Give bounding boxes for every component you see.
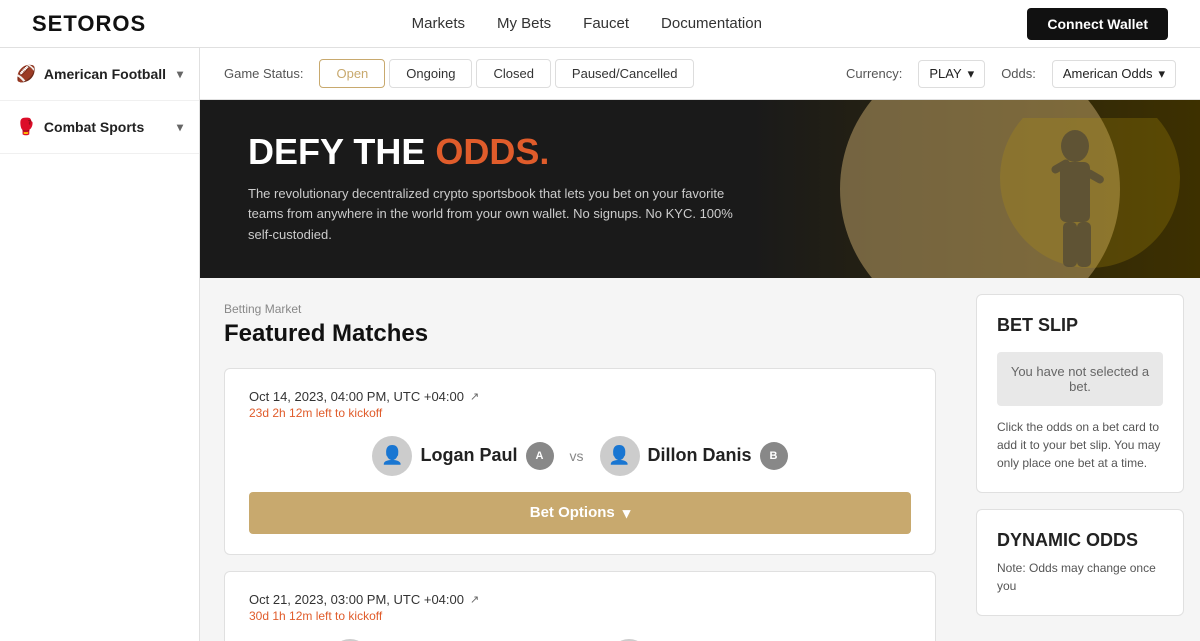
- team-a-badge-1: A: [526, 442, 554, 470]
- dynamic-odds-card: DYNAMIC ODDS Note: Odds may change once …: [976, 509, 1184, 616]
- tab-paused-cancelled[interactable]: Paused/Cancelled: [555, 59, 695, 88]
- vs-text-1: vs: [570, 448, 584, 464]
- featured-matches-title: Featured Matches: [224, 320, 936, 348]
- team-a-name-1: Logan Paul: [420, 445, 517, 466]
- chevron-down-icon: ▾: [177, 120, 183, 134]
- match-date-1: Oct 14, 2023, 04:00 PM, UTC +04:00 ↗: [249, 389, 911, 404]
- header: SETOROS Markets My Bets Faucet Documenta…: [0, 0, 1200, 48]
- football-icon: 🏈: [16, 64, 36, 84]
- currency-select[interactable]: PLAY ▾: [918, 60, 985, 88]
- currency-value: PLAY: [929, 66, 961, 81]
- nav-markets[interactable]: Markets: [412, 15, 465, 32]
- tab-open[interactable]: Open: [319, 59, 385, 88]
- match-date-2: Oct 21, 2023, 03:00 PM, UTC +04:00 ↗: [249, 592, 911, 607]
- filter-tabs: Open Ongoing Closed Paused/Cancelled: [319, 59, 694, 88]
- external-link-icon-2[interactable]: ↗: [470, 593, 479, 606]
- nav-my-bets[interactable]: My Bets: [497, 15, 551, 32]
- chevron-down-icon: ▾: [1158, 66, 1165, 82]
- hero-title: DEFY THE ODDS.: [248, 132, 748, 172]
- sidebar-item-label: American Football: [44, 66, 166, 82]
- logo: SETOROS: [32, 11, 146, 37]
- chevron-down-icon: ▾: [968, 66, 975, 82]
- hero-subtitle: The revolutionary decentralized crypto s…: [248, 184, 748, 246]
- betting-market-label: Betting Market: [224, 302, 936, 316]
- tab-closed[interactable]: Closed: [476, 59, 550, 88]
- match-date-text-1: Oct 14, 2023, 04:00 PM, UTC +04:00: [249, 389, 464, 404]
- hero-title-highlight: ODDS.: [435, 131, 549, 172]
- hero-banner: DEFY THE ODDS. The revolutionary decentr…: [200, 100, 1200, 278]
- team-b-name-1: Dillon Danis: [648, 445, 752, 466]
- odds-value: American Odds: [1063, 66, 1153, 81]
- team-a-1: 👤 Logan Paul A: [372, 436, 553, 476]
- dynamic-odds-title: DYNAMIC ODDS: [997, 530, 1163, 551]
- chevron-down-icon: ▾: [177, 67, 183, 81]
- team-a-avatar-1: 👤: [372, 436, 412, 476]
- no-bet-selected: You have not selected a bet.: [997, 352, 1163, 406]
- nav: Markets My Bets Faucet Documentation: [412, 15, 762, 32]
- connect-wallet-button[interactable]: Connect Wallet: [1027, 8, 1168, 40]
- team-b-1: 👤 Dillon Danis B: [600, 436, 788, 476]
- nav-documentation[interactable]: Documentation: [661, 15, 762, 32]
- sidebar-item-label: Combat Sports: [44, 119, 144, 135]
- nav-faucet[interactable]: Faucet: [583, 15, 629, 32]
- game-status-label: Game Status:: [224, 66, 303, 81]
- team-b-avatar-1: 👤: [600, 436, 640, 476]
- sidebar: 🏈 American Football ▾ 🥊 Combat Sports ▾: [0, 48, 200, 641]
- match-card-1: Oct 14, 2023, 04:00 PM, UTC +04:00 ↗ 23d…: [224, 368, 936, 555]
- bet-slip-description: Click the odds on a bet card to add it t…: [997, 418, 1163, 472]
- match-date-text-2: Oct 21, 2023, 03:00 PM, UTC +04:00: [249, 592, 464, 607]
- match-teams-1: 👤 Logan Paul A vs 👤 Dillon Danis B: [249, 436, 911, 476]
- external-link-icon-1[interactable]: ↗: [470, 390, 479, 403]
- main-content: Game Status: Open Ongoing Closed Paused/…: [200, 48, 1200, 641]
- team-b-badge-1: B: [760, 442, 788, 470]
- chevron-down-icon: ▾: [623, 504, 631, 522]
- bet-slip-card: BET SLIP You have not selected a bet. Cl…: [976, 294, 1184, 493]
- filter-bar: Game Status: Open Ongoing Closed Paused/…: [200, 48, 1200, 100]
- odds-select[interactable]: American Odds ▾: [1052, 60, 1176, 88]
- hero-title-prefix: DEFY THE: [248, 131, 435, 172]
- match-timer-2: 30d 1h 12m left to kickoff: [249, 609, 911, 623]
- hero-content: DEFY THE ODDS. The revolutionary decentr…: [248, 132, 748, 246]
- bet-slip-sidebar: BET SLIP You have not selected a bet. Cl…: [960, 278, 1200, 641]
- currency-label: Currency:: [846, 66, 902, 81]
- bet-slip-title: BET SLIP: [997, 315, 1163, 336]
- hero-image: [800, 100, 1200, 278]
- tab-ongoing[interactable]: Ongoing: [389, 59, 472, 88]
- content-main: Betting Market Featured Matches Oct 14, …: [200, 278, 960, 641]
- content-wrap: Betting Market Featured Matches Oct 14, …: [200, 278, 1200, 641]
- sidebar-item-american-football[interactable]: 🏈 American Football ▾: [0, 48, 199, 101]
- boxing-icon: 🥊: [16, 117, 36, 137]
- bet-options-button-1[interactable]: Bet Options ▾: [249, 492, 911, 534]
- athlete-silhouette: [920, 118, 1180, 278]
- match-timer-1: 23d 2h 12m left to kickoff: [249, 406, 911, 420]
- sidebar-item-combat-sports[interactable]: 🥊 Combat Sports ▾: [0, 101, 199, 154]
- match-card-2: Oct 21, 2023, 03:00 PM, UTC +04:00 ↗ 30d…: [224, 571, 936, 641]
- dynamic-odds-description: Note: Odds may change once you: [997, 559, 1163, 595]
- odds-label: Odds:: [1001, 66, 1036, 81]
